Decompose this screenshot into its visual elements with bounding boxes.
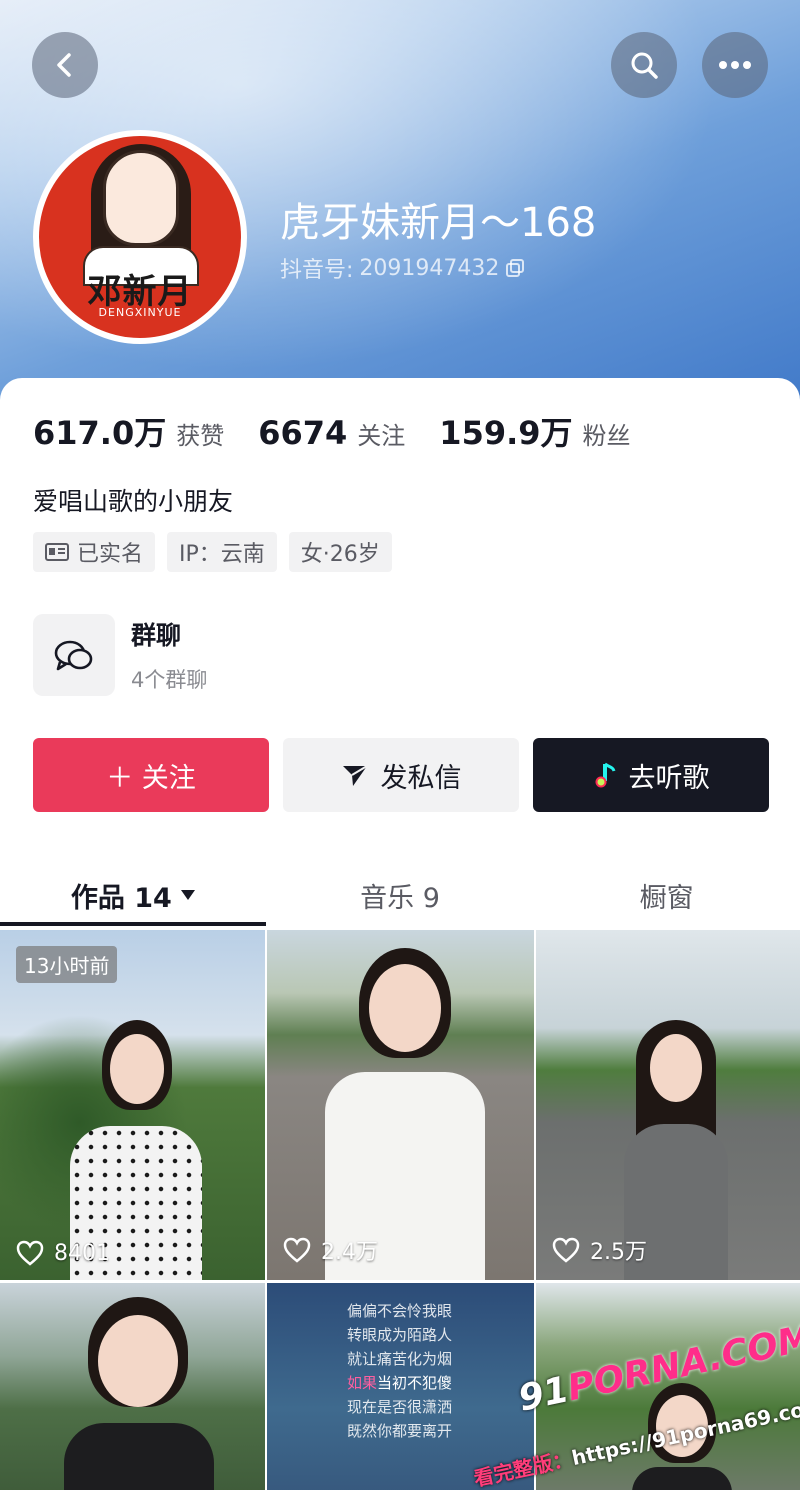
profile-actions: ＋ 关注 发私信 去听歌: [33, 738, 769, 812]
group-chat-icon-box: [33, 614, 115, 696]
heart-icon: [552, 1237, 580, 1263]
lyric-line: 偏偏不会怜我眼: [347, 1302, 453, 1320]
post-time-badge: 13小时前: [16, 946, 118, 983]
lyric-line: 现在是否很潇洒: [347, 1398, 453, 1416]
search-icon: [631, 52, 658, 79]
stat-followers[interactable]: 159.9万 粉丝: [439, 408, 630, 454]
profile-tags: 已实名 IP：云南 女·26岁: [33, 532, 392, 572]
chevron-left-icon: [57, 53, 71, 77]
caret-down-icon: [180, 890, 195, 900]
tab-label: 作品 14: [70, 882, 172, 914]
more-icon: [719, 61, 751, 69]
profile-nickname: 虎牙妹新月～168: [280, 200, 597, 246]
search-button[interactable]: [611, 32, 677, 98]
video-thumbnail[interactable]: 2.4万: [267, 930, 534, 1280]
video-likes: 8401: [16, 1240, 110, 1266]
lyric-line-current: 如果当初不犯傻: [347, 1371, 534, 1395]
stat-label: 粉丝: [582, 422, 631, 450]
like-count: 2.5万: [590, 1240, 647, 1265]
profile-stats: 617.0万 获赞 6674 关注 159.9万 粉丝: [33, 408, 665, 454]
content-tabs: 作品 14 音乐 9 橱窗: [0, 864, 800, 926]
lyric-highlight: 如果: [347, 1374, 378, 1392]
video-grid: 13小时前 8401 2.4万 2.5万 偏偏不会怜我眼 转眼成为陌路人 就让痛…: [0, 930, 800, 1490]
video-likes: 2.4万: [283, 1234, 378, 1266]
copy-icon[interactable]: [505, 258, 525, 278]
stat-value: 159.9万: [439, 414, 573, 452]
tab-works[interactable]: 作品 14: [0, 864, 267, 926]
tag-label: 女·26岁: [300, 542, 380, 567]
douyin-id-label: 抖音号:: [280, 258, 354, 283]
video-thumbnail[interactable]: 13小时前 8401: [0, 930, 265, 1280]
stat-value: 617.0万: [33, 414, 167, 452]
like-count: 8401: [54, 1240, 110, 1266]
more-button[interactable]: [702, 32, 768, 98]
back-button[interactable]: [32, 32, 98, 98]
tag-label: IP：云南: [179, 542, 265, 567]
active-tab-indicator: [0, 922, 266, 926]
video-thumbnail[interactable]: [536, 1283, 800, 1490]
video-thumbnail-lyrics[interactable]: 偏偏不会怜我眼 转眼成为陌路人 就让痛苦化为烟 如果当初不犯傻 现在是否很潇洒 …: [267, 1283, 534, 1490]
lyric-line: 既然你都要离开: [347, 1422, 453, 1440]
lyric-line: 转眼成为陌路人: [347, 1326, 453, 1344]
stat-label: 获赞: [176, 422, 225, 450]
lyric-rest: 当初不犯傻: [377, 1374, 453, 1392]
chat-bubbles-icon: [54, 640, 93, 671]
listen-music-button[interactable]: 去听歌: [533, 738, 769, 812]
video-thumbnail[interactable]: 2.5万: [536, 930, 800, 1280]
tab-music[interactable]: 音乐 9: [267, 864, 534, 926]
douyin-id-value: 2091947432: [359, 255, 500, 281]
music-note-icon: [595, 762, 615, 788]
avatar-logo-subtitle: DENGXINYUE: [98, 306, 182, 319]
douyin-id[interactable]: 抖音号: 2091947432: [280, 252, 525, 284]
send-icon: [342, 765, 368, 786]
stat-label: 关注: [357, 422, 406, 450]
id-card-icon: [45, 543, 69, 561]
like-count: 2.4万: [321, 1240, 378, 1265]
send-message-button[interactable]: 发私信: [283, 738, 519, 812]
stat-following[interactable]: 6674 关注: [258, 414, 405, 452]
stat-likes[interactable]: 617.0万 获赞: [33, 408, 224, 454]
tag-label: 已实名: [77, 542, 144, 567]
tag-gender-age: 女·26岁: [288, 532, 392, 572]
group-chat-entry[interactable]: 群聊 4个群聊: [33, 614, 207, 696]
follow-button-label: ＋ 关注: [106, 762, 196, 794]
video-likes: 2.5万: [552, 1234, 647, 1266]
follow-button[interactable]: ＋ 关注: [33, 738, 269, 812]
profile-bio: 爱唱山歌的小朋友: [33, 487, 234, 516]
heart-icon: [283, 1237, 311, 1263]
group-chat-title: 群聊: [131, 621, 182, 650]
video-thumbnail[interactable]: [0, 1283, 265, 1490]
listen-music-label: 去听歌: [628, 762, 710, 794]
lyric-line: 就让痛苦化为烟: [347, 1350, 453, 1368]
heart-icon: [16, 1240, 44, 1266]
avatar[interactable]: 邓新月 DENGXINYUE: [33, 130, 247, 344]
tab-showcase[interactable]: 橱窗: [533, 864, 800, 926]
lyrics-overlay: 偏偏不会怜我眼 转眼成为陌路人 就让痛苦化为烟 如果当初不犯傻 现在是否很潇洒 …: [267, 1283, 534, 1490]
tag-ip-location: IP：云南: [167, 532, 277, 572]
send-message-label: 发私信: [380, 762, 462, 794]
group-chat-count: 4个群聊: [131, 668, 208, 692]
stat-value: 6674: [258, 414, 348, 452]
tag-verified: 已实名: [33, 532, 156, 572]
tab-label: 音乐 9: [360, 882, 440, 914]
tab-label: 橱窗: [639, 882, 694, 914]
